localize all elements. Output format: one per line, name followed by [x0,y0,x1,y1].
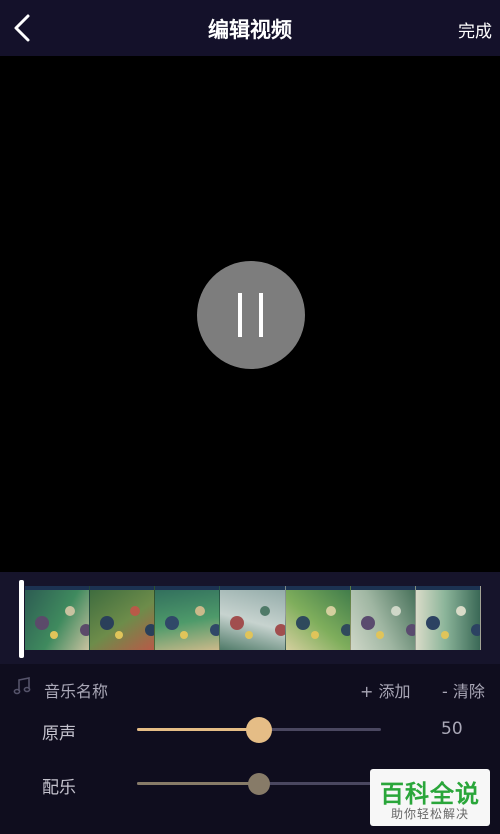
pause-icon [259,293,263,337]
frame-detail [35,616,49,630]
timeline-frame[interactable] [220,586,286,650]
timeline-frame[interactable] [350,586,416,650]
frame-detail [50,631,58,639]
original-audio-label: 原声 [42,724,76,744]
frame-detail [455,606,466,616]
timeline[interactable] [0,572,500,664]
frame-detail [80,624,90,636]
frame-detail [390,606,401,616]
frame-hud [415,586,480,590]
frame-detail [275,624,285,636]
top-bar: 编辑视频 完成 [0,0,500,56]
frame-hud [25,586,90,590]
frame-detail [210,624,220,636]
frame-hud [285,586,350,590]
timeline-frame[interactable] [90,586,156,650]
frame-detail [425,616,440,630]
pause-button[interactable] [197,261,305,369]
music-audio-thumb[interactable] [248,772,270,795]
frame-detail [360,616,375,630]
frame-detail [145,624,155,636]
original-audio-row: 原声 50 [0,709,500,749]
music-note-icon [13,677,31,695]
music-audio-slider[interactable] [137,772,381,795]
frame-hud [90,586,155,590]
music-row: 音乐名称 + 添加 - 清除 [0,672,500,702]
watermark-title: 百科全说 [380,780,480,808]
frame-detail [130,606,141,616]
pause-icon [238,293,242,337]
music-audio-label: 配乐 [42,778,76,798]
timeline-frame[interactable] [155,586,221,650]
frame-detail [180,631,189,639]
frame-detail [230,616,245,630]
add-music-button[interactable]: + 添加 [360,678,411,702]
frame-detail [295,616,310,630]
original-audio-fill [137,728,259,731]
frame-detail [195,606,206,616]
timeline-frame[interactable] [415,586,481,650]
frame-detail [260,606,271,616]
filmstrip[interactable] [25,586,481,650]
frame-hud [220,586,285,590]
frame-detail [440,631,449,639]
frame-detail [470,624,480,636]
done-button[interactable]: 完成 [458,17,492,42]
clear-music-button[interactable]: - 清除 [442,678,485,702]
frame-detail [100,616,115,630]
watermark-logo: 百科全说 助你轻松解决 [370,769,490,826]
frame-detail [115,631,124,639]
timeline-frame[interactable] [285,586,351,650]
original-audio-slider[interactable] [137,716,381,743]
original-audio-value: 50 [441,719,463,739]
frame-detail [405,624,415,636]
frame-detail [65,606,75,616]
frame-detail [245,631,254,639]
video-preview[interactable] [0,56,500,572]
music-name-label: 音乐名称 [44,682,109,701]
music-audio-fill [137,782,259,785]
original-audio-thumb[interactable] [246,716,272,743]
timeline-frame[interactable] [25,586,91,650]
frame-hud [155,586,220,590]
frame-hud [350,586,415,590]
frame-detail [340,624,350,636]
watermark-subtitle: 助你轻松解决 [390,807,469,821]
frame-detail [310,631,319,639]
page-title: 编辑视频 [208,18,292,42]
frame-detail [165,616,180,630]
frame-detail [375,631,384,639]
playhead-handle[interactable] [19,580,24,658]
frame-detail [325,606,336,616]
